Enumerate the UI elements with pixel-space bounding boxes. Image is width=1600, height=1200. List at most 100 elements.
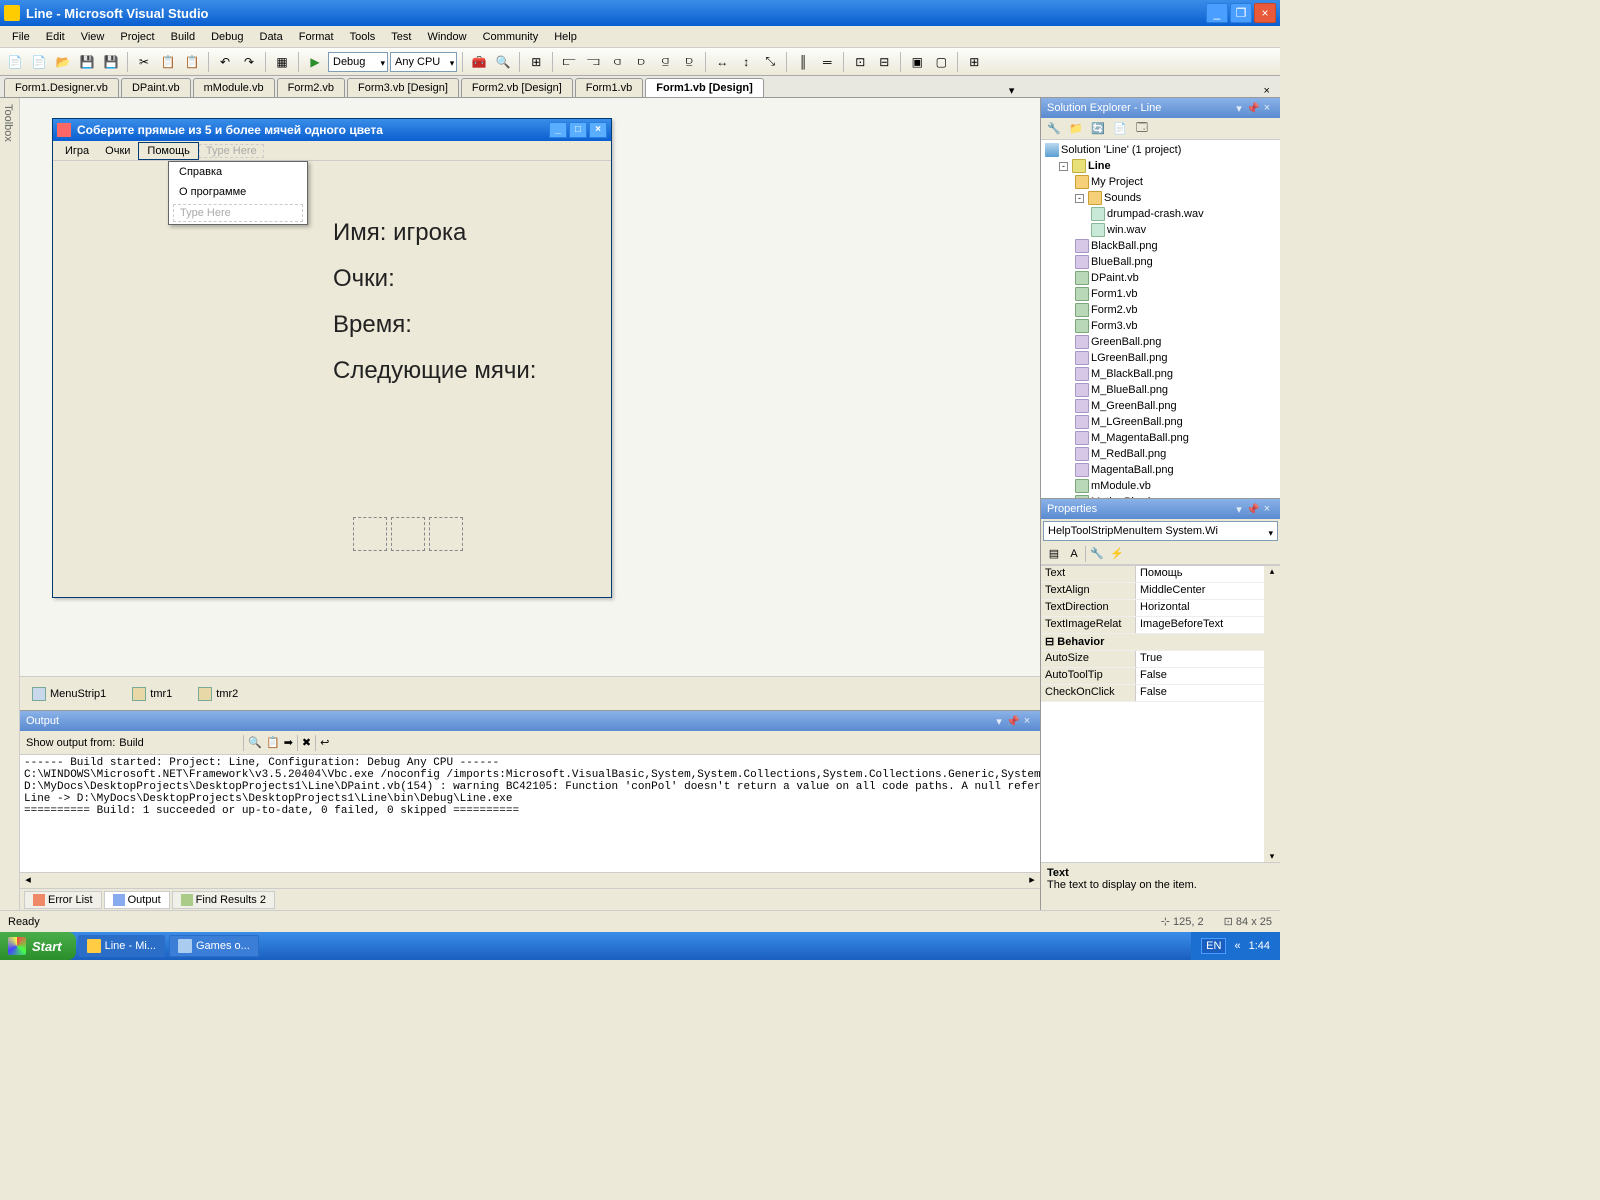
prop-row[interactable]: AutoSizeTrue bbox=[1041, 651, 1280, 668]
tree-file[interactable]: GreenBall.png bbox=[1041, 334, 1280, 350]
layout-btn-1[interactable]: ⊞ bbox=[525, 51, 547, 73]
tree-file[interactable]: MagentaBall.png bbox=[1041, 462, 1280, 478]
solution-tree[interactable]: Solution 'Line' (1 project)- Line My Pro… bbox=[1041, 140, 1280, 498]
undo-button[interactable]: ↶ bbox=[214, 51, 236, 73]
solexp-header[interactable]: Solution Explorer - Line ▾ 📌 × bbox=[1041, 98, 1280, 118]
tree-solution[interactable]: Solution 'Line' (1 project) bbox=[1041, 142, 1280, 158]
send-back-button[interactable]: ▢ bbox=[930, 51, 952, 73]
output-hscroll-left[interactable]: ◂ bbox=[20, 873, 36, 888]
tree-file[interactable]: BlueBall.png bbox=[1041, 254, 1280, 270]
start-button[interactable]: Start bbox=[0, 932, 76, 960]
prop-row[interactable]: AutoToolTipFalse bbox=[1041, 668, 1280, 685]
tab-form1-designer[interactable]: Form1.Designer.vb bbox=[4, 78, 119, 97]
solexp-showall-button[interactable]: 📁 bbox=[1067, 120, 1085, 138]
cut-button[interactable]: ✂ bbox=[133, 51, 155, 73]
label-next[interactable]: Следующие мячи: bbox=[333, 357, 591, 385]
tray-chevron-icon[interactable]: « bbox=[1234, 940, 1240, 952]
menustrip-typehere[interactable]: Type Here bbox=[199, 144, 264, 158]
scroll-up-icon[interactable]: ▴ bbox=[1264, 566, 1280, 577]
solexp-designer-button[interactable]: 🗔 bbox=[1133, 120, 1151, 138]
solexp-pin-icon[interactable]: 📌 bbox=[1246, 102, 1260, 115]
prop-row[interactable]: TextDirectionHorizontal bbox=[1041, 600, 1280, 617]
output-goto-button[interactable]: 📋 bbox=[266, 736, 280, 749]
form-close-button[interactable]: × bbox=[589, 122, 607, 138]
tree-file[interactable]: mModule.vb bbox=[1041, 478, 1280, 494]
align-mid-button[interactable]: ⫑ bbox=[654, 51, 676, 73]
output-find-button[interactable]: 🔍 bbox=[248, 736, 262, 749]
dropdown-reference[interactable]: Справка bbox=[169, 162, 307, 182]
prop-row[interactable]: TextAlignMiddleCenter bbox=[1041, 583, 1280, 600]
design-surface[interactable]: Соберите прямые из 5 и более мячей одног… bbox=[20, 98, 1040, 910]
paste-button[interactable]: 📋 bbox=[181, 51, 203, 73]
label-time[interactable]: Время: bbox=[333, 311, 591, 339]
new-project-button[interactable]: 📄 bbox=[4, 51, 26, 73]
menustrip-game[interactable]: Игра bbox=[57, 143, 97, 159]
output-header[interactable]: Output ▾ 📌 × bbox=[20, 711, 1040, 731]
props-scrollbar[interactable]: ▴ ▾ bbox=[1264, 566, 1280, 862]
solexp-code-button[interactable]: 📄 bbox=[1111, 120, 1129, 138]
menu-build[interactable]: Build bbox=[163, 29, 203, 45]
tab-close-button[interactable]: × bbox=[1258, 85, 1276, 97]
tree-file[interactable]: M_MagentaBall.png bbox=[1041, 430, 1280, 446]
system-tray[interactable]: EN « 1:44 bbox=[1191, 932, 1280, 960]
solexp-dropdown-icon[interactable]: ▾ bbox=[1232, 102, 1246, 115]
restore-button[interactable]: ❐ bbox=[1230, 3, 1252, 23]
output-clear-button[interactable]: ✖ bbox=[302, 736, 311, 749]
find-button[interactable]: 🔍 bbox=[492, 51, 514, 73]
menustrip-help[interactable]: Помощь bbox=[138, 142, 199, 160]
props-props-button[interactable]: 🔧 bbox=[1088, 545, 1106, 563]
tree-file[interactable]: M_GreenBall.png bbox=[1041, 398, 1280, 414]
component-tmr2[interactable]: tmr2 bbox=[198, 687, 238, 701]
start-debug-button[interactable]: ▶ bbox=[304, 51, 326, 73]
tab-error-list[interactable]: Error List bbox=[24, 891, 102, 909]
size-width-button[interactable]: ↔ bbox=[711, 51, 733, 73]
menu-window[interactable]: Window bbox=[419, 29, 474, 45]
center-v-button[interactable]: ⊟ bbox=[873, 51, 895, 73]
tab-dropdown-button[interactable]: ▾ bbox=[1003, 84, 1021, 97]
tab-dpaint[interactable]: DPaint.vb bbox=[121, 78, 191, 97]
add-item-button[interactable]: 📄 bbox=[28, 51, 50, 73]
solexp-properties-button[interactable]: 🔧 bbox=[1045, 120, 1063, 138]
tree-file[interactable]: Form2.vb bbox=[1041, 302, 1280, 318]
align-left-button[interactable]: ⫍ bbox=[558, 51, 580, 73]
props-pin-icon[interactable]: 📌 bbox=[1246, 503, 1260, 516]
menu-test[interactable]: Test bbox=[383, 29, 419, 45]
tab-form2-design[interactable]: Form2.vb [Design] bbox=[461, 78, 573, 97]
tab-order-button[interactable]: ⊞ bbox=[963, 51, 985, 73]
label-score[interactable]: Очки: bbox=[333, 265, 591, 293]
tab-form1-design[interactable]: Form1.vb [Design] bbox=[645, 78, 764, 97]
vspace-button[interactable]: ═ bbox=[816, 51, 838, 73]
nav-button[interactable]: ▦ bbox=[271, 51, 293, 73]
config-combo[interactable]: Debug bbox=[328, 52, 388, 72]
output-text[interactable]: ------ Build started: Project: Line, Con… bbox=[20, 755, 1040, 872]
menu-help[interactable]: Help bbox=[546, 29, 585, 45]
prop-row[interactable]: TextПомощь bbox=[1041, 566, 1280, 583]
prop-row[interactable]: CheckOnClickFalse bbox=[1041, 685, 1280, 702]
props-cat-button[interactable]: ▤ bbox=[1045, 545, 1063, 563]
open-button[interactable]: 📂 bbox=[52, 51, 74, 73]
menustrip-score[interactable]: Очки bbox=[97, 143, 138, 159]
tree-file[interactable]: win.wav bbox=[1041, 222, 1280, 238]
tree-file[interactable]: Form3.vb bbox=[1041, 318, 1280, 334]
tab-form3-design[interactable]: Form3.vb [Design] bbox=[347, 78, 459, 97]
ball-slot-3[interactable] bbox=[429, 517, 463, 551]
minimize-button[interactable]: _ bbox=[1206, 3, 1228, 23]
next-balls-panel[interactable] bbox=[353, 517, 463, 551]
form-menustrip[interactable]: Игра Очки Помощь Type Here bbox=[53, 141, 611, 161]
solexp-close-icon[interactable]: × bbox=[1260, 102, 1274, 114]
form-max-button[interactable]: □ bbox=[569, 122, 587, 138]
menu-data[interactable]: Data bbox=[252, 29, 291, 45]
align-top-button[interactable]: ⫐ bbox=[630, 51, 652, 73]
form-min-button[interactable]: _ bbox=[549, 122, 567, 138]
property-grid[interactable]: TextПомощьTextAlignMiddleCenterTextDirec… bbox=[1041, 565, 1280, 862]
output-hscroll-right[interactable]: ▸ bbox=[1024, 873, 1040, 888]
close-button[interactable]: × bbox=[1254, 3, 1276, 23]
prop-category[interactable]: ⊟ Behavior bbox=[1041, 634, 1280, 651]
size-height-button[interactable]: ↕ bbox=[735, 51, 757, 73]
menu-community[interactable]: Community bbox=[475, 29, 547, 45]
tree-sounds-folder[interactable]: - Sounds bbox=[1041, 190, 1280, 206]
tree-file[interactable]: M_BlackBall.png bbox=[1041, 366, 1280, 382]
redo-button[interactable]: ↷ bbox=[238, 51, 260, 73]
tab-find-results[interactable]: Find Results 2 bbox=[172, 891, 275, 909]
dropdown-typehere[interactable]: Type Here bbox=[173, 204, 303, 222]
